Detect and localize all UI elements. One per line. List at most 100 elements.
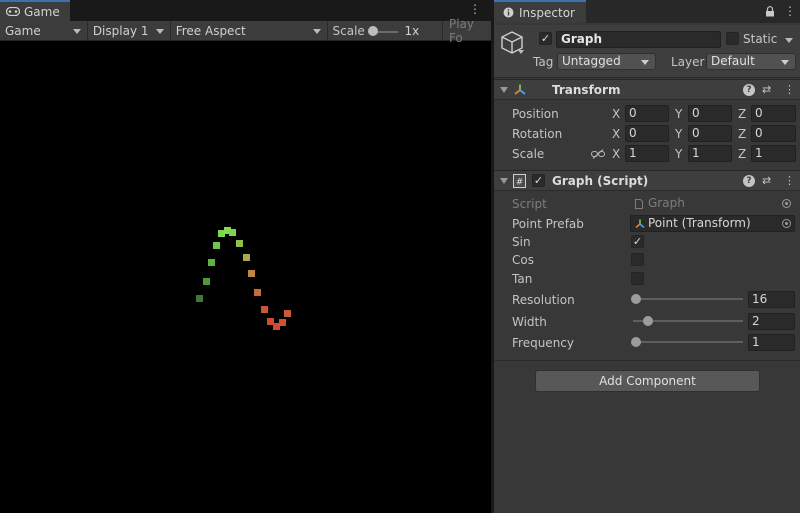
chevron-down-icon — [155, 28, 164, 34]
chevron-down-icon[interactable] — [785, 38, 793, 43]
point-prefab-value: Point (Transform) — [648, 216, 751, 230]
graph-point — [236, 240, 243, 247]
chevron-down-icon[interactable] — [518, 50, 524, 54]
transform-rotation-z-field[interactable]: 0 — [751, 125, 796, 142]
constrain-proportions-icon[interactable] — [591, 149, 605, 159]
axis-z-label: Z — [738, 127, 747, 141]
game-mode-value: Game — [5, 23, 41, 38]
transform-position-x-field[interactable]: 0 — [625, 105, 669, 122]
graph-script-header[interactable]: # ✓ Graph (Script) ? ⇄ ⋮ — [494, 170, 800, 191]
transform-position-z-field[interactable]: 0 — [751, 105, 796, 122]
chevron-down-icon — [72, 28, 81, 34]
play-focused-dropdown[interactable]: Play Fo — [443, 17, 491, 45]
object-picker-icon[interactable] — [782, 219, 791, 228]
chevron-down-icon — [641, 60, 649, 65]
presets-icon[interactable]: ⇄ — [762, 83, 771, 96]
game-window: Game ⋮ Game Display 1 Free Aspect Scale … — [0, 0, 491, 513]
sin-label: Sin — [512, 235, 531, 249]
graph-point — [208, 259, 215, 266]
tab-game[interactable]: Game — [0, 0, 70, 21]
inspector-menu-icon[interactable]: ⋮ — [784, 4, 796, 18]
graph-point — [284, 310, 291, 317]
graph-point — [248, 270, 255, 277]
frequency-label: Frequency — [512, 336, 574, 350]
transform-rotation-y-field[interactable]: 0 — [688, 125, 732, 142]
chevron-down-icon — [312, 28, 321, 34]
layer-dropdown[interactable]: Default — [706, 53, 796, 70]
transform-title: Transform — [552, 83, 621, 97]
graph-point — [254, 289, 261, 296]
transform-header[interactable]: Transform ? ⇄ ⋮ — [494, 79, 800, 100]
inspector-tab-bar: Inspector ⋮ — [494, 0, 800, 23]
game-menu-icon[interactable]: ⋮ — [469, 3, 481, 16]
axis-x-label: X — [612, 147, 621, 161]
tab-inspector[interactable]: Inspector — [494, 0, 586, 23]
transform-rotation-x-field[interactable]: 0 — [625, 125, 669, 142]
foldout-arrow-icon[interactable] — [500, 178, 508, 184]
axis-z-label: Z — [738, 147, 747, 161]
transform-position-y-field[interactable]: 0 — [688, 105, 732, 122]
graph-point — [203, 278, 210, 285]
display-dropdown[interactable]: Display 1 — [88, 20, 171, 41]
game-mode-dropdown[interactable]: Game — [0, 20, 88, 41]
frequency-slider-handle[interactable] — [631, 337, 641, 347]
tab-inspector-label: Inspector — [519, 5, 575, 20]
frequency-slider-track[interactable] — [633, 341, 743, 343]
resolution-slider-track[interactable] — [633, 298, 743, 300]
tag-dropdown[interactable]: Untagged — [557, 53, 656, 70]
transform-scale-z-field[interactable]: 1 — [751, 145, 796, 162]
resolution-slider-handle[interactable] — [631, 294, 641, 304]
help-icon[interactable]: ? — [743, 175, 755, 187]
cos-label: Cos — [512, 253, 534, 267]
transform-rotation-label: Rotation — [512, 127, 563, 141]
cos-checkbox[interactable] — [631, 253, 644, 266]
width-field[interactable]: 2 — [748, 313, 795, 330]
add-component-button[interactable]: Add Component — [535, 370, 760, 392]
tag-value: Untagged — [562, 54, 621, 68]
width-slider-handle[interactable] — [642, 316, 653, 326]
graph-point — [196, 295, 203, 302]
tan-checkbox[interactable] — [631, 272, 644, 285]
axis-x-label: X — [612, 127, 621, 141]
graph-point — [243, 254, 250, 261]
presets-icon[interactable]: ⇄ — [762, 174, 771, 187]
transform-scale-x-field[interactable]: 1 — [625, 145, 669, 162]
script-enabled-checkbox[interactable]: ✓ — [532, 174, 545, 187]
component-menu-icon[interactable]: ⋮ — [784, 174, 795, 187]
axis-z-label: Z — [738, 107, 747, 121]
static-checkbox[interactable] — [726, 32, 739, 45]
gameobject-name-field[interactable]: Graph — [556, 31, 721, 48]
point-prefab-field[interactable]: Point (Transform) — [630, 215, 795, 232]
axis-y-label: Y — [675, 107, 683, 121]
display-value: Display 1 — [92, 23, 149, 38]
frequency-field[interactable]: 1 — [748, 334, 795, 351]
script-icon: # — [513, 174, 526, 188]
game-tab-bar: Game ⋮ — [0, 0, 491, 21]
axis-y-label: Y — [675, 147, 683, 161]
static-label: Static — [743, 32, 778, 46]
scale-slider-handle[interactable] — [367, 25, 378, 36]
gameobject-header: ✓ Graph Static Tag Untagged Layer Defaul… — [494, 25, 800, 78]
script-label: Script — [512, 197, 547, 211]
aspect-dropdown[interactable]: Free Aspect — [171, 20, 328, 41]
game-viewport[interactable] — [0, 42, 491, 513]
graph-point — [229, 229, 236, 236]
script-value: Graph — [648, 196, 685, 210]
tab-game-label: Game — [24, 4, 60, 19]
resolution-field[interactable]: 16 — [748, 291, 795, 308]
lock-icon[interactable] — [765, 6, 775, 17]
foldout-arrow-icon[interactable] — [500, 87, 508, 93]
scale-label: Scale — [332, 23, 365, 38]
component-menu-icon[interactable]: ⋮ — [784, 83, 795, 96]
script-field: Graph — [630, 195, 795, 212]
help-icon[interactable]: ? — [743, 84, 755, 96]
divider — [494, 360, 800, 361]
sin-checkbox[interactable]: ✓ — [631, 235, 644, 248]
graph-script-title: Graph (Script) — [552, 174, 649, 188]
point-prefab-label: Point Prefab — [512, 217, 584, 231]
graph-point — [279, 319, 286, 326]
transform-scale-y-field[interactable]: 1 — [688, 145, 732, 162]
scale-control: Scale 1x — [328, 20, 443, 41]
transform-icon — [635, 219, 645, 229]
active-checkbox[interactable]: ✓ — [539, 32, 552, 45]
